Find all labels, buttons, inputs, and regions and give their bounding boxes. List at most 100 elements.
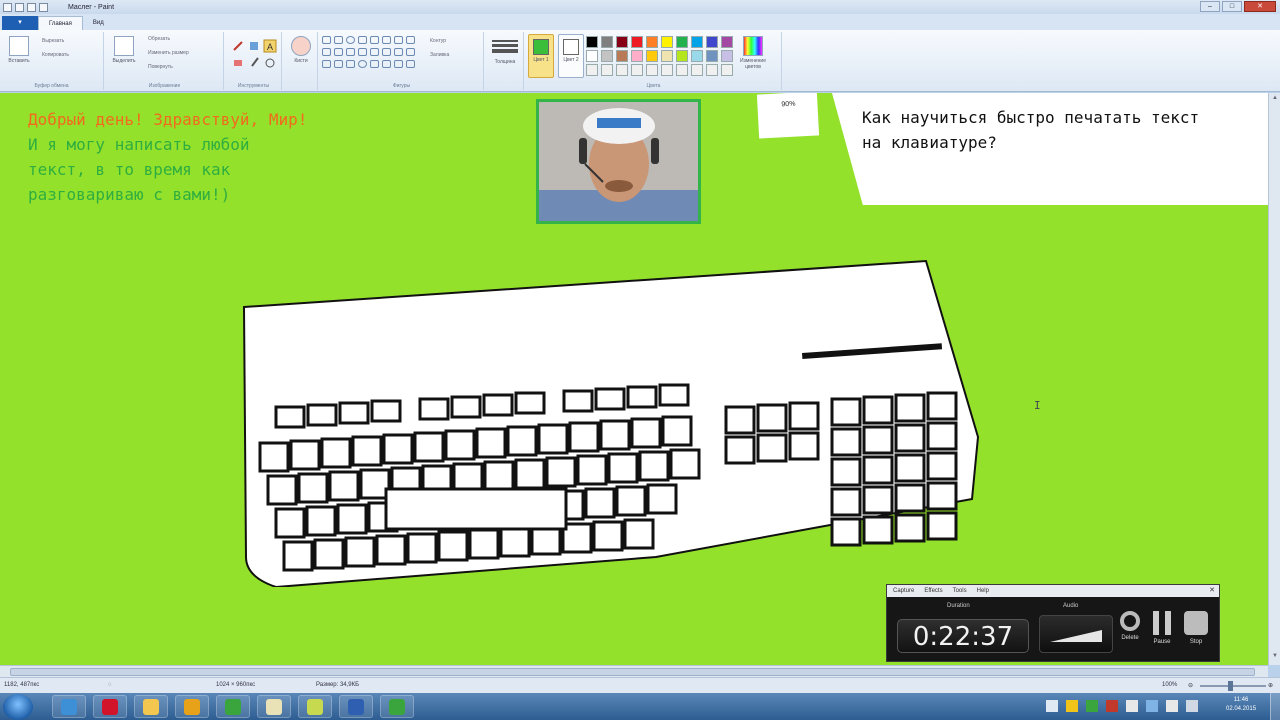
zoom-out-icon[interactable]: ⊖ [1188,682,1193,689]
recorder-close-button[interactable]: ✕ [1209,586,1215,594]
fill-button[interactable]: Заливка [430,52,449,58]
paste-button[interactable]: Вставить [4,36,34,64]
taskbar-button[interactable] [339,695,373,718]
taskbar-button[interactable] [257,695,291,718]
redo-icon[interactable] [39,2,48,12]
shape-hexagon-icon [346,48,355,56]
scroll-up-icon[interactable]: ▲ [1270,95,1280,105]
zoom-slider[interactable] [1200,685,1266,687]
palette-swatch[interactable] [586,50,598,62]
paint-app-icon[interactable] [3,2,12,12]
taskbar-button[interactable] [52,695,86,718]
recorder-menu-tools[interactable]: Tools [953,588,967,594]
palette-swatch[interactable] [601,50,613,62]
palette-swatch[interactable] [601,64,613,76]
zoom-in-icon[interactable]: ⊕ [1268,682,1273,689]
palette-swatch[interactable] [661,64,673,76]
stop-button[interactable]: Stop [1183,611,1209,645]
tools-icons[interactable]: A [230,38,286,78]
minimize-button[interactable]: – [1200,1,1220,12]
palette-swatch[interactable] [676,50,688,62]
tray-icons[interactable] [1040,696,1220,716]
palette-swatch[interactable] [601,36,613,48]
taskbar-button[interactable] [298,695,332,718]
tab-view[interactable]: Вид [83,16,114,30]
palette-swatch[interactable] [691,36,703,48]
shape-star4-icon [406,48,415,56]
size-button[interactable]: Толщина [492,38,518,65]
color2-button[interactable]: Цвет 2 [558,34,584,78]
palette-swatch[interactable] [706,64,718,76]
audio-level-meter[interactable] [1039,615,1113,653]
recorder-menu-help[interactable]: Help [977,588,989,594]
size-group: Толщина [486,32,524,90]
scroll-down-icon[interactable]: ▼ [1270,653,1280,663]
brushes-button[interactable]: Кисти [288,36,314,64]
zoom-slider-handle[interactable] [1228,681,1233,691]
recorder-menu-effects[interactable]: Effects [924,588,942,594]
recorder-menu-capture[interactable]: Capture [893,588,914,594]
save-icon[interactable] [15,2,24,12]
keyboard-key [499,526,531,558]
pause-button[interactable]: Pause [1149,611,1175,645]
keyboard-key [862,395,894,425]
palette-swatch[interactable] [691,64,703,76]
audio-volume-icon [1050,630,1102,642]
palette-swatch[interactable] [646,64,658,76]
shapes-gallery[interactable] [322,36,415,70]
palette-swatch[interactable] [691,50,703,62]
outline-button[interactable]: Контур [430,38,446,44]
copy-button[interactable]: Копировать [42,52,69,58]
horizontal-scrollbar[interactable] [0,665,1268,677]
vertical-scrollbar[interactable]: ▲ ▼ [1268,93,1280,665]
undo-icon[interactable] [27,2,36,12]
taskbar-button[interactable] [134,695,168,718]
shape-callout-rect-icon [346,60,355,68]
keyboard-key [297,472,329,504]
select-button[interactable]: Выделить [108,36,140,64]
word-icon [348,699,364,715]
edit-colors-button[interactable]: Изменение цветов [732,36,774,70]
resize-button[interactable]: Изменить размер [148,50,189,56]
color1-button[interactable]: Цвет 1 [528,34,554,78]
taskbar-button[interactable] [216,695,250,718]
file-menu-button[interactable]: ▾ [2,16,38,30]
keyboard-key [594,387,626,411]
tab-home[interactable]: Главная [38,16,83,30]
palette-swatch[interactable] [631,64,643,76]
palette-swatch[interactable] [676,36,688,48]
crop-button[interactable]: Обрезать [148,36,170,42]
taskbar-button[interactable] [93,695,127,718]
system-clock[interactable]: 11:46 02.04.2015 [1226,696,1256,714]
taskbar: 11:46 02.04.2015 [0,693,1280,720]
delete-button[interactable]: Delete [1117,611,1143,641]
palette-swatch[interactable] [616,64,628,76]
palette-swatch[interactable] [706,36,718,48]
cursor-position: 1182, 487пкс [4,682,40,688]
webcam-overlay [536,99,701,224]
taskbar-button[interactable] [175,695,209,718]
maximize-button[interactable]: □ [1222,1,1242,12]
horizontal-scroll-thumb[interactable] [10,668,1255,676]
close-button[interactable]: ✕ [1244,1,1276,12]
palette-swatch[interactable] [661,36,673,48]
shape-diamond-icon [322,48,331,56]
palette-swatch[interactable] [616,50,628,62]
rotate-button[interactable]: Повернуть [148,64,173,70]
cut-button[interactable]: Вырезать [42,38,64,44]
palette-swatch[interactable] [661,50,673,62]
show-desktop-button[interactable] [1270,693,1280,720]
palette-swatch[interactable] [706,50,718,62]
palette-swatch[interactable] [631,36,643,48]
palette-swatch[interactable] [586,64,598,76]
palette-swatch[interactable] [646,50,658,62]
taskbar-button[interactable] [380,695,414,718]
palette-swatch[interactable] [586,36,598,48]
palette-swatch[interactable] [631,50,643,62]
palette-swatch[interactable] [646,36,658,48]
paste-icon [9,36,29,56]
palette-swatch[interactable] [616,36,628,48]
palette-swatch[interactable] [676,64,688,76]
drawing-canvas[interactable]: Добрый день! Здравствуй, Мир! И я могу н… [0,93,1268,665]
start-button[interactable] [3,694,33,720]
